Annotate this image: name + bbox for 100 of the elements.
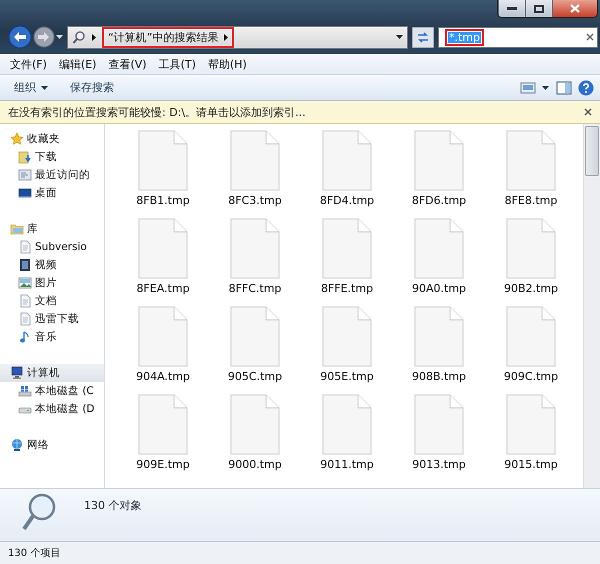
file-icon	[414, 394, 464, 455]
caret-icon	[41, 86, 48, 90]
file-icon	[322, 394, 372, 455]
menu-item[interactable]: 文件(F)	[4, 54, 53, 74]
nav-item[interactable]: 文档	[0, 292, 104, 310]
file-item[interactable]: 9011.tmp	[301, 394, 393, 482]
file-item[interactable]: 9000.tmp	[209, 394, 301, 482]
breadcrumb-item[interactable]: “计算机”中的搜索结果	[102, 26, 234, 48]
nav-item[interactable]: 本地磁盘 (C	[0, 382, 104, 400]
nav-item[interactable]: 本地磁盘 (D	[0, 400, 104, 418]
back-button[interactable]	[8, 25, 32, 49]
folder-icon	[10, 222, 24, 236]
file-icon	[230, 130, 280, 191]
nav-item[interactable]: 网络	[0, 436, 104, 454]
nav-item[interactable]: 音乐	[0, 328, 104, 346]
file-icon	[230, 218, 280, 279]
file-item[interactable]: 8FEA.tmp	[117, 218, 209, 306]
nav-item[interactable]: 库	[0, 220, 104, 238]
file-item[interactable]: 8FC3.tmp	[209, 130, 301, 218]
film-icon	[18, 258, 32, 272]
menu-item[interactable]: 帮助(H)	[202, 54, 253, 74]
status-text: 130 个项目	[8, 547, 60, 560]
file-item[interactable]: 909E.tmp	[117, 394, 209, 482]
chevron-right-icon	[92, 34, 96, 40]
menu-item[interactable]: 编辑(E)	[52, 54, 102, 74]
file-item[interactable]: 909C.tmp	[485, 306, 577, 394]
chevron-right-icon	[224, 34, 228, 40]
nav-item[interactable]: 迅雷下载	[0, 310, 104, 328]
file-item[interactable]: 90A0.tmp	[393, 218, 485, 306]
file-icon	[138, 130, 188, 191]
picture-icon	[18, 276, 32, 290]
file-icon	[322, 306, 372, 367]
document-icon	[18, 294, 32, 308]
file-icon	[138, 394, 188, 455]
minimize-icon	[507, 6, 517, 10]
nav-item[interactable]: 最近访问的	[0, 166, 104, 184]
folder-download-icon	[18, 150, 32, 164]
file-icon	[230, 394, 280, 455]
document-icon	[18, 168, 32, 182]
info-bar[interactable]: 在没有索引的位置搜索可能较慢: D:\。请单击以添加到索引...	[0, 101, 600, 124]
magnifier-icon	[22, 493, 58, 533]
nav-item[interactable]: 下载	[0, 148, 104, 166]
nav-item[interactable]: 视频	[0, 256, 104, 274]
file-icon	[506, 306, 556, 367]
file-item[interactable]: 905E.tmp	[301, 306, 393, 394]
clear-icon[interactable]	[586, 33, 594, 41]
forward-button[interactable]	[33, 26, 55, 48]
star-icon	[10, 132, 24, 146]
file-icon	[138, 218, 188, 279]
file-item[interactable]: 9013.tmp	[393, 394, 485, 482]
file-icon	[414, 130, 464, 191]
drive-icon	[18, 384, 32, 398]
file-item[interactable]: 905C.tmp	[209, 306, 301, 394]
scrollbar[interactable]	[583, 124, 600, 488]
dropdown-arrow-icon[interactable]	[56, 35, 63, 39]
search-text: *.tmp	[445, 28, 484, 46]
dropdown-arrow-icon[interactable]	[396, 35, 403, 39]
file-item[interactable]: 8FD6.tmp	[393, 130, 485, 218]
file-icon	[322, 130, 372, 191]
close-icon	[570, 4, 580, 13]
maximize-icon	[534, 4, 544, 12]
file-item[interactable]: 9015.tmp	[485, 394, 577, 482]
view-button[interactable]	[520, 80, 550, 94]
maximize-button[interactable]	[525, 0, 552, 17]
address-bar[interactable]: “计算机”中的搜索结果	[67, 26, 408, 48]
desktop-icon	[18, 186, 32, 200]
close-button[interactable]	[552, 0, 597, 17]
minimize-button[interactable]	[498, 0, 525, 17]
file-item[interactable]: 908B.tmp	[393, 306, 485, 394]
file-item[interactable]: 8FB1.tmp	[117, 130, 209, 218]
globe-icon	[10, 438, 24, 452]
file-item[interactable]: 90B2.tmp	[485, 218, 577, 306]
file-item[interactable]: 8FFE.tmp	[301, 218, 393, 306]
preview-pane-button[interactable]	[556, 80, 572, 94]
file-item[interactable]: 8FD4.tmp	[301, 130, 393, 218]
file-icon	[506, 218, 556, 279]
refresh-button[interactable]	[412, 26, 434, 48]
document-icon	[18, 312, 32, 326]
file-icon	[506, 394, 556, 455]
nav-item[interactable]: Subversio	[0, 238, 104, 256]
nav-item[interactable]: 图片	[0, 274, 104, 292]
file-item[interactable]: 8FFC.tmp	[209, 218, 301, 306]
nav-item[interactable]: 桌面	[0, 184, 104, 202]
file-item[interactable]: 904A.tmp	[117, 306, 209, 394]
file-icon	[506, 130, 556, 191]
file-icon	[322, 218, 372, 279]
file-icon	[138, 306, 188, 367]
help-icon[interactable]	[578, 80, 594, 96]
nav-item[interactable]: 收藏夹	[0, 130, 104, 148]
file-icon	[414, 306, 464, 367]
nav-item[interactable]: 计算机	[0, 364, 104, 382]
info-message: 在没有索引的位置搜索可能较慢: D:\。请单击以添加到索引...	[8, 104, 307, 120]
magnifier-icon	[72, 30, 86, 44]
file-item[interactable]: 8FE8.tmp	[485, 130, 577, 218]
file-icon	[414, 218, 464, 279]
close-icon[interactable]	[584, 108, 592, 116]
menu-item[interactable]: 查看(V)	[102, 54, 153, 74]
menu-item[interactable]: 工具(T)	[152, 54, 202, 74]
toolbar-button[interactable]: 保存搜索	[62, 77, 122, 98]
toolbar-button[interactable]: 组织	[6, 77, 56, 98]
